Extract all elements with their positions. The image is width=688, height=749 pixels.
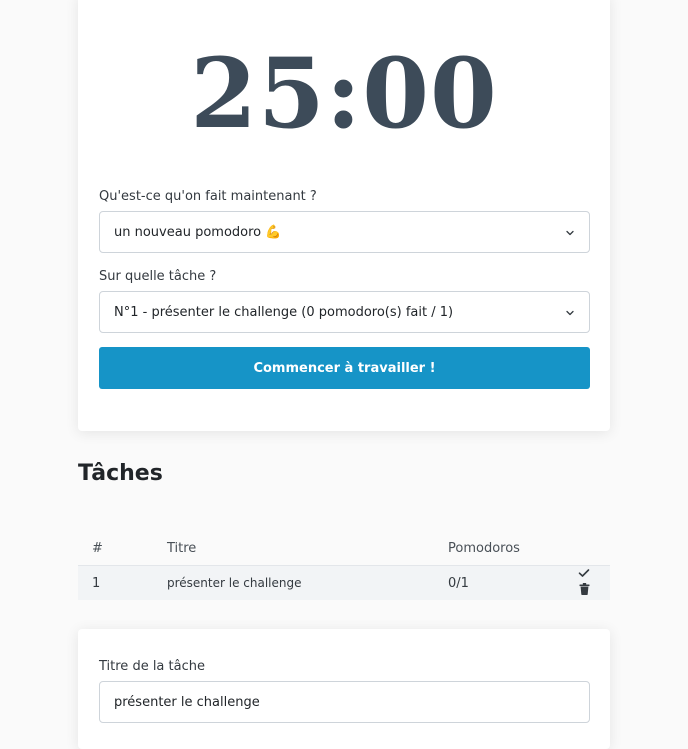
activity-select[interactable]: un nouveau pomodoro 💪 xyxy=(99,211,590,253)
task-pomodoros: 0/1 xyxy=(448,575,469,591)
trash-icon[interactable] xyxy=(579,583,590,599)
column-header-pomodoros: Pomodoros xyxy=(448,540,520,556)
check-icon[interactable] xyxy=(578,567,590,583)
tasks-table: # Titre Pomodoros 1 présenter le challen… xyxy=(78,531,610,600)
timer-card: 25:00 Qu'est-ce qu'on fait maintenant ? … xyxy=(78,0,610,431)
task-select-value: N°1 - présenter le challenge (0 pomodoro… xyxy=(114,304,454,320)
start-work-button[interactable]: Commencer à travailler ! xyxy=(99,347,590,389)
task-title-label: Titre de la tâche xyxy=(99,659,205,674)
task-title: présenter le challenge xyxy=(167,576,302,590)
column-header-title: Titre xyxy=(167,540,197,556)
chevron-down-icon xyxy=(565,227,575,237)
column-header-actions xyxy=(554,531,610,566)
table-header-row: # Titre Pomodoros xyxy=(78,531,610,566)
table-row: 1 présenter le challenge 0/1 xyxy=(78,565,610,601)
activity-label: Qu'est-ce qu'on fait maintenant ? xyxy=(99,189,317,204)
task-actions xyxy=(554,566,610,601)
column-header-number: # xyxy=(92,540,103,556)
task-select-label: Sur quelle tâche ? xyxy=(99,269,217,284)
task-form-card: Titre de la tâche xyxy=(78,629,610,749)
chevron-down-icon xyxy=(565,307,575,317)
activity-select-value: un nouveau pomodoro 💪 xyxy=(114,224,282,240)
timer-display: 25:00 xyxy=(190,37,498,150)
task-number: 1 xyxy=(92,575,101,591)
task-select[interactable]: N°1 - présenter le challenge (0 pomodoro… xyxy=(99,291,590,333)
tasks-heading: Tâches xyxy=(78,461,163,486)
task-title-input[interactable] xyxy=(99,681,590,723)
